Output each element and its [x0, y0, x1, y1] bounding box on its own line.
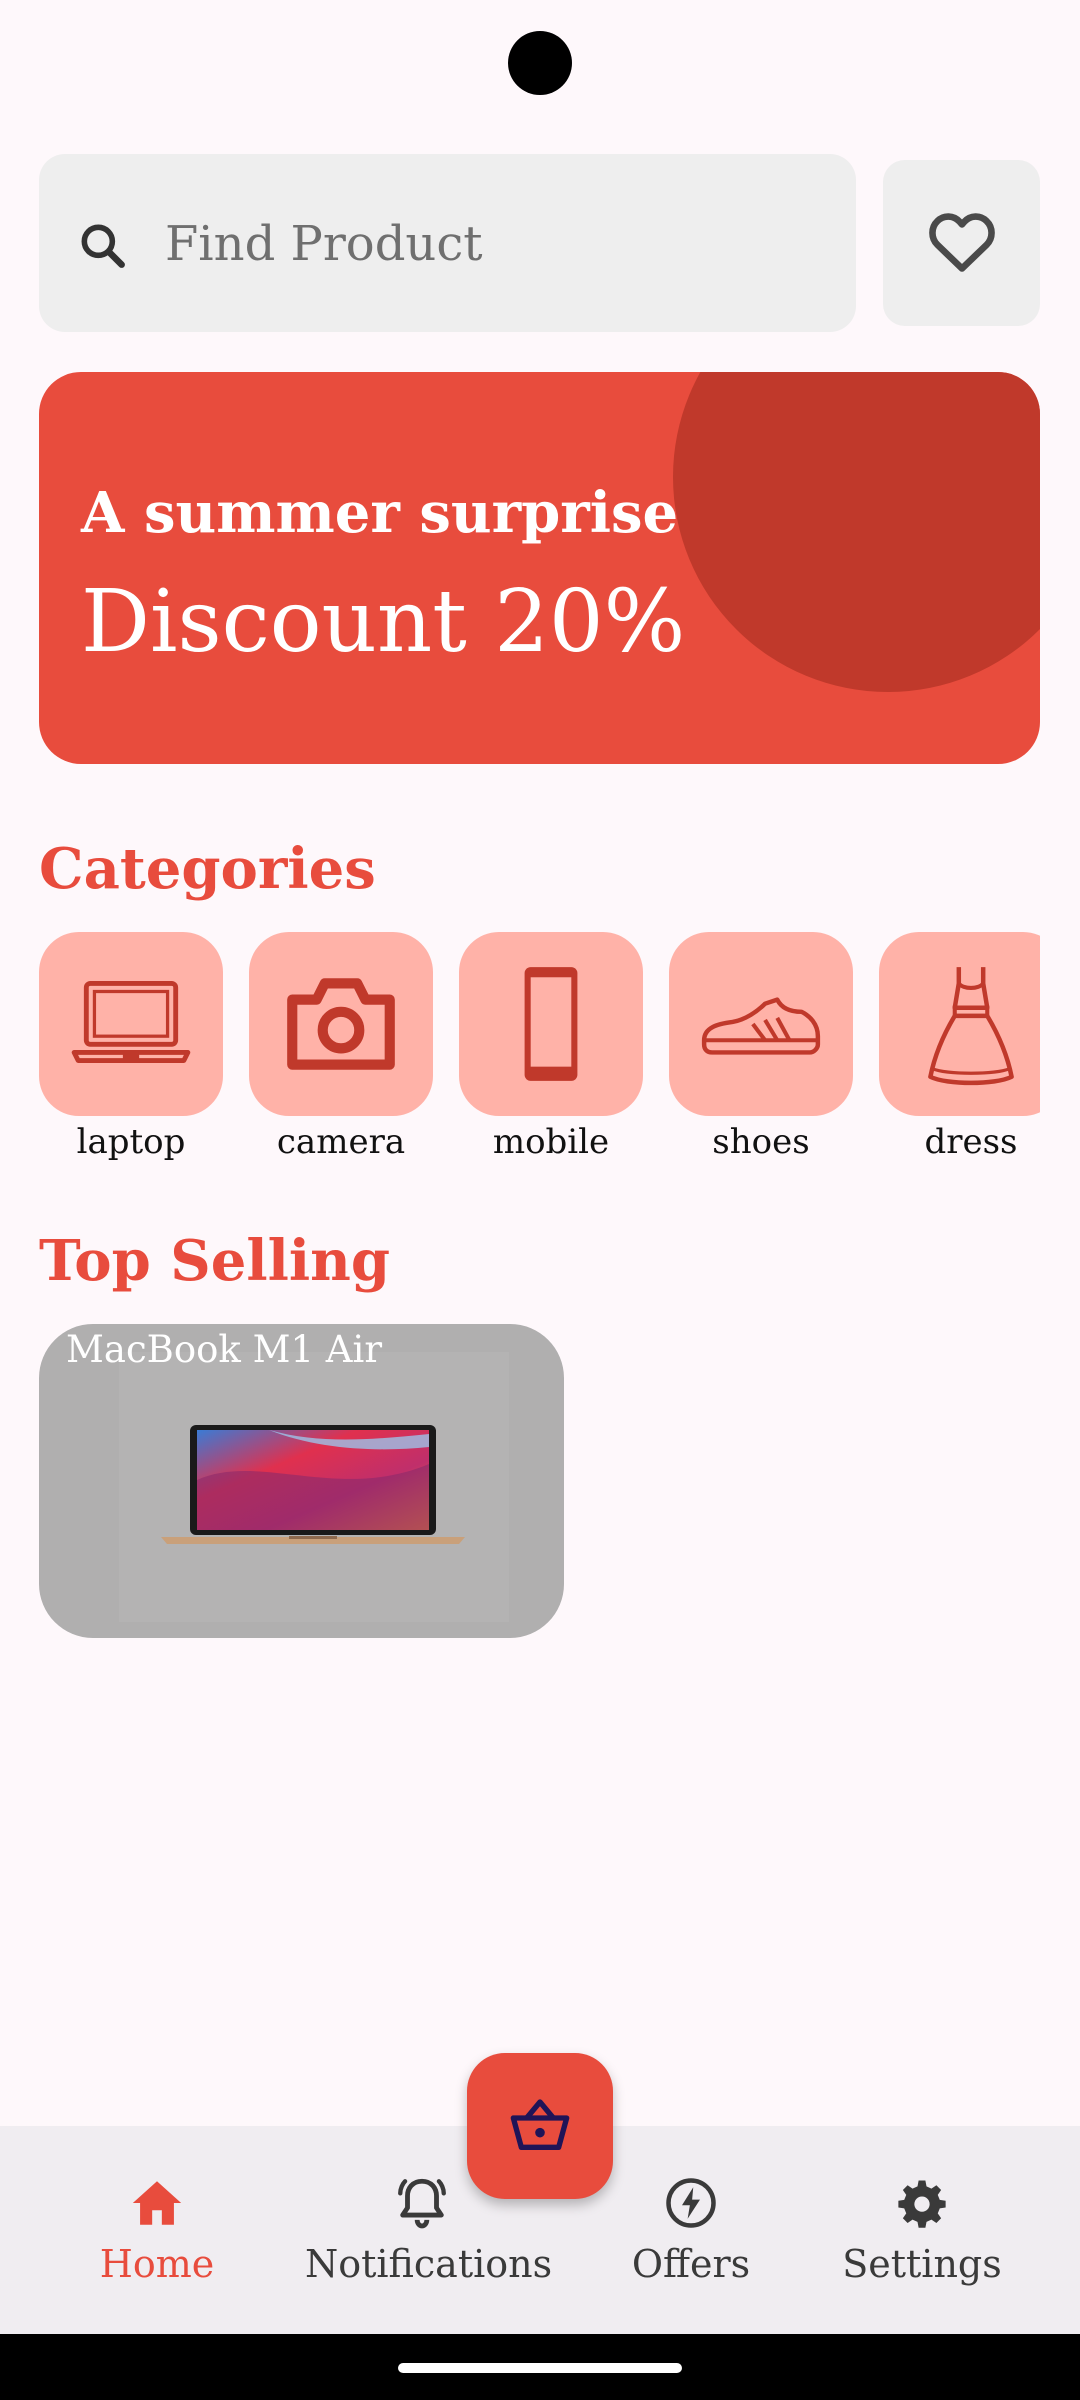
home-icon	[132, 2181, 182, 2225]
shoe-icon	[701, 997, 821, 1055]
promo-banner[interactable]: A summer surprise Discount 20%	[39, 372, 1040, 764]
camera-icon	[287, 978, 395, 1070]
heart-icon	[929, 213, 995, 272]
nav-offers[interactable]: Offers	[610, 2126, 772, 2334]
categories-list[interactable]: laptop camera mobile shoes dress	[39, 932, 1040, 1172]
category-camera[interactable]: camera	[249, 932, 433, 1162]
banner-subtitle: A summer surprise	[81, 480, 679, 546]
category-laptop[interactable]: laptop	[39, 932, 223, 1162]
bolt-icon	[666, 2178, 716, 2228]
favorites-button[interactable]	[883, 160, 1040, 326]
nav-label: Home	[99, 2242, 215, 2286]
dress-icon	[928, 967, 1014, 1086]
product-name: MacBook M1 Air	[66, 1328, 383, 1371]
search-icon	[81, 224, 125, 268]
cart-fab-button[interactable]	[467, 2053, 613, 2199]
product-card[interactable]: MacBook M1 Air	[39, 1324, 564, 1638]
basket-icon	[510, 2099, 570, 2150]
category-label: dress	[924, 1122, 1018, 1162]
search-input[interactable]	[165, 204, 785, 284]
nav-label: Notifications	[305, 2242, 553, 2286]
category-label: laptop	[76, 1122, 186, 1162]
laptop-product-image	[161, 1425, 465, 1544]
banner-decoration	[673, 372, 1040, 692]
category-label: mobile	[492, 1122, 610, 1162]
top-selling-heading: Top Selling	[39, 1228, 391, 1294]
nav-label: Offers	[631, 2242, 751, 2286]
laptop-icon	[71, 980, 191, 1063]
categories-heading: Categories	[39, 836, 376, 902]
nav-settings[interactable]: Settings	[836, 2126, 1008, 2334]
category-label: shoes	[712, 1122, 810, 1162]
banner-title: Discount 20%	[81, 572, 686, 672]
category-dress[interactable]: dress	[879, 932, 1040, 1162]
bell-icon	[398, 2178, 446, 2229]
category-shoes[interactable]: shoes	[669, 932, 853, 1162]
category-label: camera	[276, 1122, 406, 1162]
nav-label: Settings	[842, 2242, 1002, 2286]
home-gesture-handle[interactable]	[398, 2363, 682, 2373]
nav-home[interactable]: Home	[80, 2126, 234, 2334]
category-mobile[interactable]: mobile	[459, 932, 643, 1162]
gear-icon	[898, 2180, 946, 2228]
camera-cutout	[508, 31, 572, 95]
mobile-icon	[524, 967, 578, 1081]
product-image-frame	[119, 1352, 509, 1622]
